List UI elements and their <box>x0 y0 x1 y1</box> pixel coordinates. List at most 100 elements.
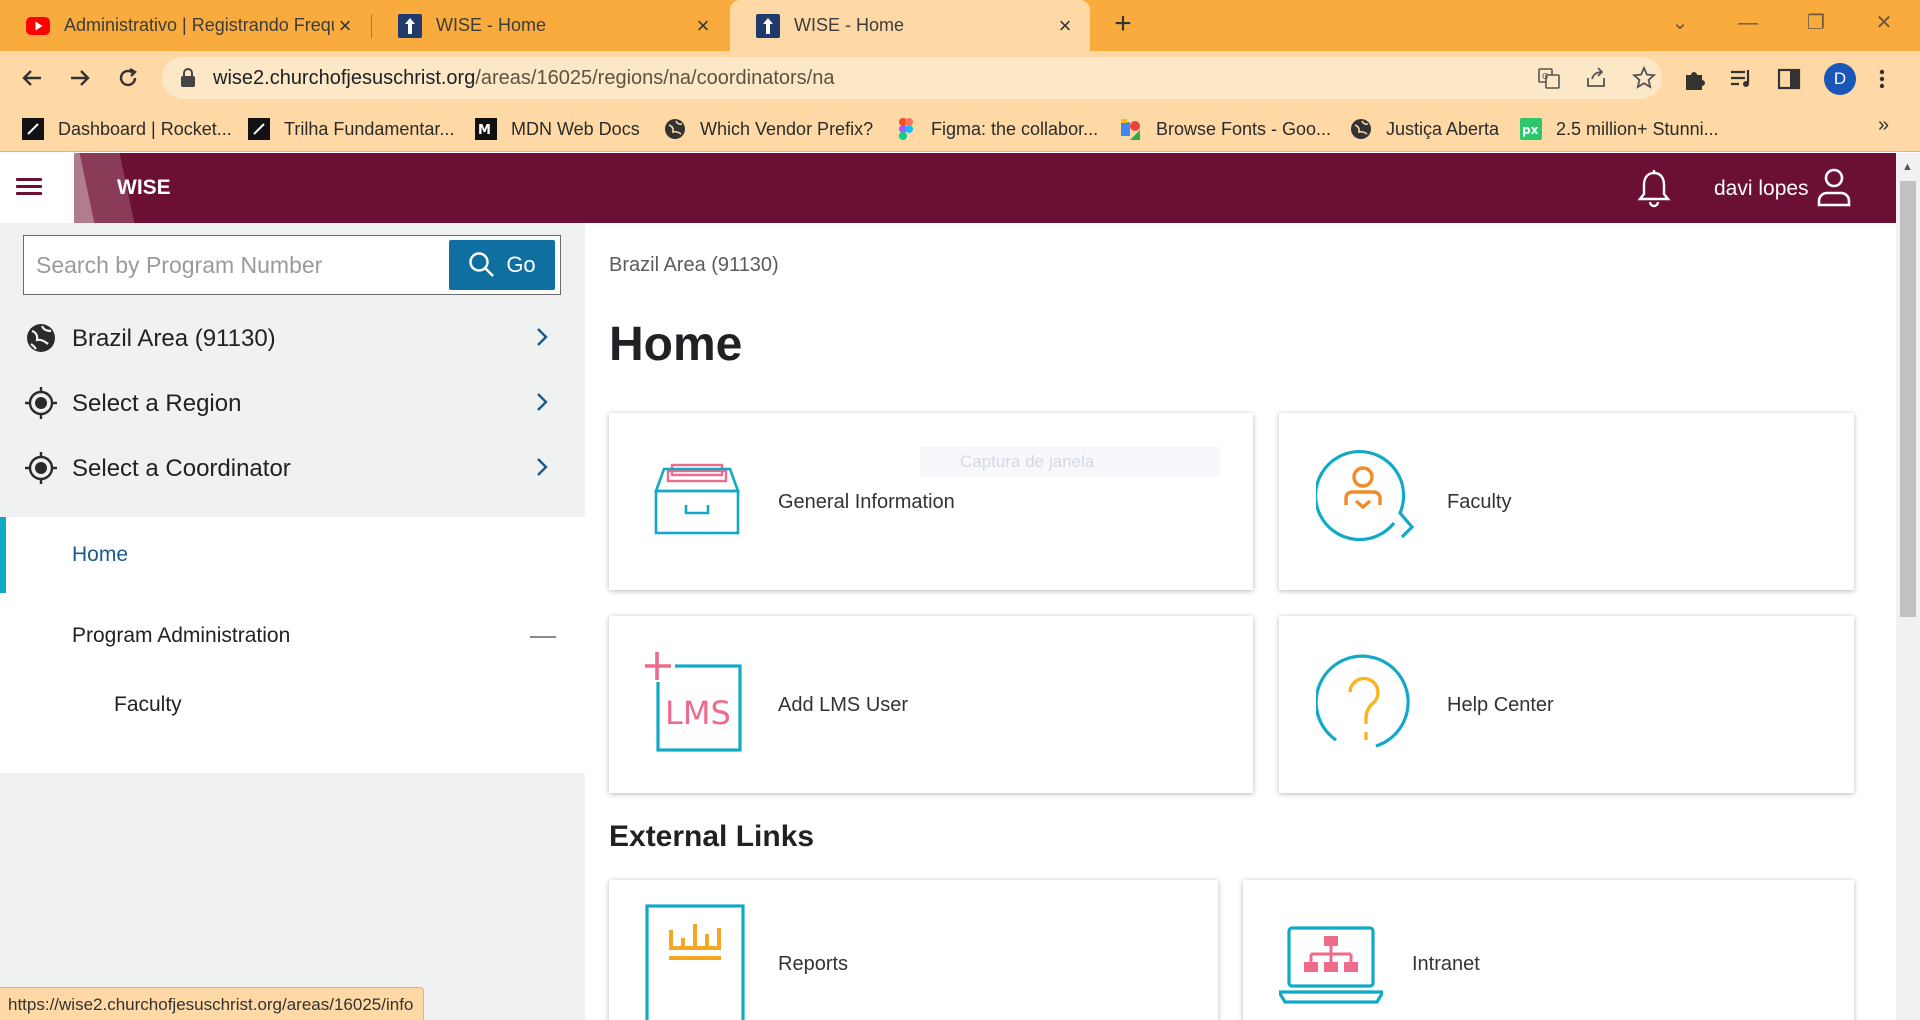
share-icon[interactable] <box>1584 66 1608 90</box>
bookmark-label: Figma: the collabor... <box>931 118 1099 139</box>
page-scrollbar[interactable]: ▲ <box>1896 153 1920 1020</box>
sidebar-nav: Home Program Administration Faculty <box>0 517 585 773</box>
card-intranet[interactable]: Intranet <box>1243 880 1854 1020</box>
external-links-heading: External Links <box>609 820 815 853</box>
breadcrumb[interactable]: Brazil Area (91130) <box>609 254 779 277</box>
scroll-up-icon[interactable]: ▲ <box>1902 161 1913 173</box>
nav-item-program-administration[interactable]: Program Administration <box>72 624 290 648</box>
google-fonts-icon <box>1120 118 1142 140</box>
coordinator-selector-label: Select a Coordinator <box>72 455 291 482</box>
rocketseat-icon <box>22 118 44 140</box>
card-label: General Information <box>778 491 955 513</box>
bookmark-item[interactable]: px 2.5 million+ Stunni... <box>1520 116 1719 142</box>
app-header: WISE davi lopes <box>0 153 1896 223</box>
lock-icon[interactable] <box>180 68 196 93</box>
collapse-minus-icon[interactable] <box>530 636 556 638</box>
tab-title: WISE - Home <box>794 15 905 35</box>
notification-bell-icon[interactable] <box>1636 169 1672 214</box>
close-tab-icon[interactable]: × <box>692 14 714 37</box>
search-icon <box>469 252 495 277</box>
tab-title: WISE - Home <box>436 15 547 35</box>
active-indicator <box>0 517 6 593</box>
area-selector[interactable]: Brazil Area (91130) <box>0 306 585 370</box>
card-label: Faculty <box>1447 491 1512 513</box>
card-general-information[interactable]: General Information <box>609 413 1253 590</box>
browser-tab-1[interactable]: Administrativo | Registrando Frequ × <box>0 0 370 51</box>
browser-menu-icon[interactable] <box>1878 66 1892 92</box>
bookmarks-bar: Dashboard | Rocket... Trilha Fundamentar… <box>0 105 1920 152</box>
svg-text:px: px <box>1522 123 1539 137</box>
card-faculty[interactable]: Faculty <box>1279 413 1854 590</box>
browser-tab-2[interactable]: WISE - Home × <box>372 0 728 51</box>
sidebar: Go Brazil Area (91130) Select a Region S… <box>0 223 585 1020</box>
link-status-bar: https://wise2.churchofjesuschrist.org/ar… <box>0 987 425 1020</box>
coordinator-selector[interactable]: Select a Coordinator <box>0 436 585 500</box>
region-selector[interactable]: Select a Region <box>0 371 585 435</box>
chevron-right-icon <box>535 326 549 353</box>
page-title: Home <box>609 318 743 371</box>
minimize-icon[interactable]: — <box>1728 8 1768 38</box>
chevron-right-icon <box>535 391 549 418</box>
side-panel-icon[interactable] <box>1776 66 1802 92</box>
close-window-icon[interactable]: ✕ <box>1864 8 1904 38</box>
bookmark-star-icon[interactable] <box>1631 65 1657 90</box>
new-tab-icon[interactable]: + <box>1108 9 1138 40</box>
extensions-puzzle-icon[interactable] <box>1682 66 1708 92</box>
close-tab-icon[interactable]: × <box>334 14 356 37</box>
nav-home-label: Home <box>72 543 129 566</box>
mdn-icon: M <box>475 118 497 140</box>
target-icon <box>25 452 57 484</box>
area-selector-label: Brazil Area (91130) <box>72 325 276 352</box>
reports-icon <box>645 904 745 1020</box>
bookmark-item[interactable]: Dashboard | Rocket... <box>22 116 232 142</box>
intranet-laptop-icon <box>1279 926 1383 1004</box>
user-profile-icon[interactable] <box>1816 167 1852 212</box>
translate-icon[interactable]: G <box>1537 66 1561 90</box>
tab-title: Administrativo | Registrando Frequ <box>64 15 334 35</box>
card-reports[interactable]: Reports <box>609 880 1218 1020</box>
bookmark-label: Justiça Aberta <box>1386 118 1500 139</box>
card-add-lms-user[interactable]: LMS Add LMS User <box>609 616 1253 793</box>
svg-text:G: G <box>1542 72 1548 81</box>
bookmark-label: MDN Web Docs <box>511 118 640 139</box>
svg-text:LMS: LMS <box>665 694 731 732</box>
scrollbar-thumb[interactable] <box>1900 181 1916 617</box>
back-icon[interactable] <box>14 60 50 96</box>
media-playlist-icon[interactable] <box>1728 66 1754 92</box>
bookmark-item[interactable]: Trilha Fundamentar... <box>248 116 454 142</box>
close-tab-icon[interactable]: × <box>1054 14 1076 37</box>
bookmark-label: 2.5 million+ Stunni... <box>1556 118 1719 139</box>
browser-tab-3-active[interactable]: WISE - Home × <box>730 0 1090 51</box>
target-icon <box>25 387 57 419</box>
card-help-center[interactable]: Help Center <box>1279 616 1854 793</box>
profile-avatar[interactable]: D <box>1824 63 1856 95</box>
program-number-search-input[interactable] <box>24 236 444 294</box>
svg-text:M: M <box>478 123 491 138</box>
globe-icon <box>664 118 686 140</box>
username[interactable]: davi lopes <box>1714 177 1809 201</box>
bookmark-item[interactable]: Justiça Aberta <box>1350 116 1499 142</box>
nav-item-faculty[interactable]: Faculty <box>114 693 182 717</box>
hamburger-menu-icon[interactable] <box>16 178 42 198</box>
browser-tab-strip: Administrativo | Registrando Frequ × WIS… <box>0 0 1920 51</box>
bookmark-item[interactable]: Browse Fonts - Goo... <box>1120 116 1331 142</box>
url-text[interactable]: wise2.churchofjesuschrist.org/areas/1602… <box>213 67 834 90</box>
more-bookmarks-icon[interactable]: » <box>1878 114 1889 137</box>
forward-icon[interactable] <box>62 60 98 96</box>
tab-search-icon[interactable]: ⌄ <box>1660 8 1700 38</box>
card-label: Intranet <box>1412 953 1480 975</box>
restore-icon[interactable]: ❐ <box>1796 8 1836 38</box>
nav-item-home[interactable]: Home <box>0 517 585 593</box>
app-brand[interactable]: WISE <box>117 176 171 200</box>
bookmark-item[interactable]: M MDN Web Docs <box>475 116 640 142</box>
go-button[interactable]: Go <box>449 240 555 290</box>
wise-favicon-icon <box>756 13 780 38</box>
bookmark-item[interactable]: Figma: the collabor... <box>895 116 1098 142</box>
figma-icon <box>895 118 917 140</box>
reload-icon[interactable] <box>110 60 146 96</box>
go-button-label: Go <box>506 252 536 277</box>
globe-icon <box>1350 118 1372 140</box>
address-bar[interactable]: wise2.churchofjesuschrist.org/areas/1602… <box>162 57 1662 99</box>
bookmark-item[interactable]: Which Vendor Prefix? <box>664 116 873 142</box>
card-label: Add LMS User <box>778 694 909 716</box>
